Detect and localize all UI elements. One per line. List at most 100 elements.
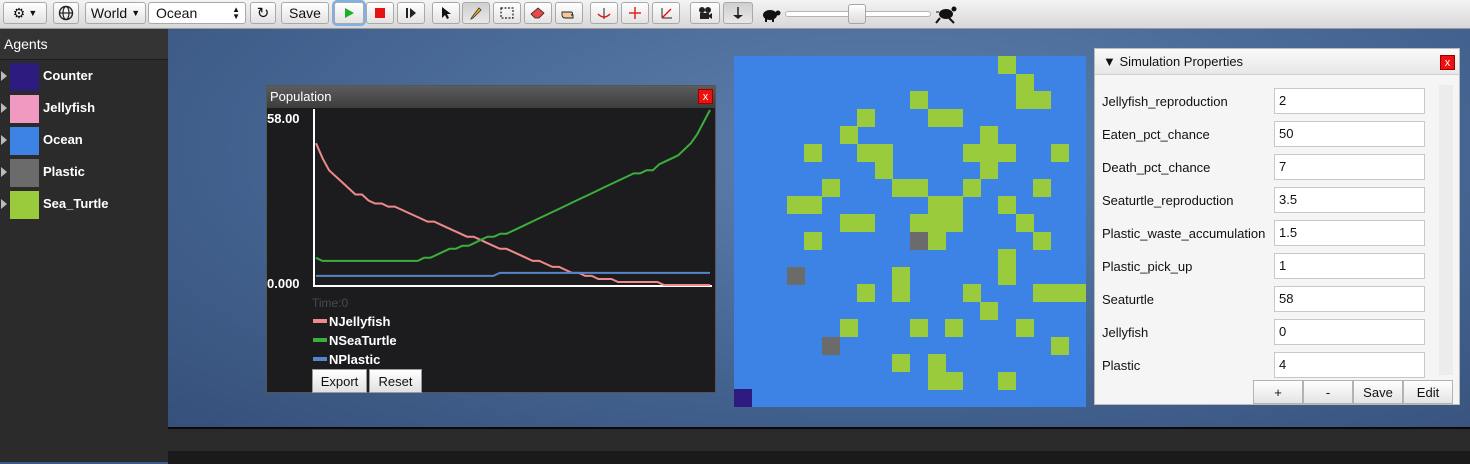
expand-arrow-icon[interactable]: [1, 135, 7, 145]
sea-turtle-cell[interactable]: [1050, 143, 1069, 162]
sea-turtle-cell[interactable]: [927, 108, 946, 127]
collapse-triangle-icon[interactable]: ▼: [1103, 54, 1116, 69]
move-tool-button[interactable]: [621, 2, 649, 24]
sea-turtle-cell[interactable]: [998, 371, 1016, 390]
sea-turtle-cell[interactable]: [839, 213, 858, 232]
properties-scrollbar[interactable]: [1439, 85, 1453, 375]
agent-swatch[interactable]: [10, 191, 39, 219]
sea-turtle-cell[interactable]: [857, 108, 876, 127]
sea-turtle-cell[interactable]: [1015, 73, 1034, 92]
remove-property-button[interactable]: -: [1303, 380, 1353, 404]
save-button[interactable]: Save: [281, 2, 329, 24]
stop-button[interactable]: [366, 2, 394, 24]
reset-button[interactable]: Reset: [369, 369, 422, 393]
sea-turtle-cell[interactable]: [857, 143, 876, 162]
agent-name[interactable]: Counter: [43, 68, 93, 83]
edit-properties-button[interactable]: Edit: [1403, 380, 1453, 404]
sea-turtle-cell[interactable]: [892, 178, 911, 197]
sea-turtle-cell[interactable]: [874, 161, 893, 180]
agent-swatch[interactable]: [10, 63, 39, 91]
sea-turtle-cell[interactable]: [1050, 336, 1069, 355]
plastic-cell[interactable]: [910, 231, 928, 250]
sea-turtle-cell[interactable]: [980, 161, 999, 180]
property-value-input[interactable]: 7: [1274, 154, 1425, 180]
agent-row-jellyfish[interactable]: Jellyfish: [0, 93, 168, 123]
sea-turtle-cell[interactable]: [1015, 213, 1034, 232]
agent-view-button[interactable]: [723, 2, 753, 24]
rotate-tool-button[interactable]: [590, 2, 618, 24]
sea-turtle-cell[interactable]: [945, 196, 964, 215]
sea-turtle-cell[interactable]: [980, 126, 999, 145]
properties-header[interactable]: ▼ Simulation Properties: [1095, 49, 1459, 75]
world-dropdown[interactable]: World ▼: [85, 2, 146, 24]
refresh-button[interactable]: ↻: [250, 2, 276, 24]
eraser-tool-button[interactable]: [524, 2, 552, 24]
sea-turtle-cell[interactable]: [910, 213, 928, 232]
agent-name[interactable]: Jellyfish: [43, 100, 95, 115]
property-value-input[interactable]: 0: [1274, 319, 1425, 345]
property-value-input[interactable]: 1.5: [1274, 220, 1425, 246]
sea-turtle-cell[interactable]: [945, 319, 964, 338]
sea-turtle-cell[interactable]: [804, 196, 823, 215]
pencil-tool-button[interactable]: [462, 2, 490, 24]
sea-turtle-cell[interactable]: [822, 178, 840, 197]
sea-turtle-cell[interactable]: [804, 143, 823, 162]
hand-tool-button[interactable]: [555, 2, 583, 24]
agent-swatch[interactable]: [10, 95, 39, 123]
property-value-input[interactable]: 3.5: [1274, 187, 1425, 213]
expand-arrow-icon[interactable]: [1, 103, 7, 113]
agent-row-counter[interactable]: Counter: [0, 61, 168, 91]
agent-row-sea-turtle[interactable]: Sea_Turtle: [0, 189, 168, 219]
sea-turtle-cell[interactable]: [998, 196, 1016, 215]
sea-turtle-cell[interactable]: [1033, 91, 1052, 110]
sea-turtle-cell[interactable]: [1033, 231, 1052, 250]
property-value-input[interactable]: 1: [1274, 253, 1425, 279]
sea-turtle-cell[interactable]: [962, 284, 981, 303]
sea-turtle-cell[interactable]: [910, 91, 928, 110]
sea-turtle-cell[interactable]: [1033, 284, 1052, 303]
camera-button[interactable]: [690, 2, 720, 24]
agent-name[interactable]: Sea_Turtle: [43, 196, 109, 211]
counter-cell[interactable]: [734, 389, 752, 408]
sea-turtle-cell[interactable]: [839, 319, 858, 338]
step-button[interactable]: [397, 2, 425, 24]
sea-turtle-cell[interactable]: [910, 319, 928, 338]
property-value-input[interactable]: 50: [1274, 121, 1425, 147]
sea-turtle-cell[interactable]: [1068, 284, 1087, 303]
globe-button[interactable]: [53, 2, 79, 24]
scale-tool-button[interactable]: [652, 2, 680, 24]
sea-turtle-cell[interactable]: [998, 143, 1016, 162]
sea-turtle-cell[interactable]: [962, 178, 981, 197]
property-value-input[interactable]: 2: [1274, 88, 1425, 114]
select-tool-button[interactable]: [432, 2, 460, 24]
sea-turtle-cell[interactable]: [857, 213, 876, 232]
agent-swatch[interactable]: [10, 127, 39, 155]
sea-turtle-cell[interactable]: [1015, 319, 1034, 338]
plastic-cell[interactable]: [786, 266, 805, 285]
agent-row-plastic[interactable]: Plastic: [0, 157, 168, 187]
property-value-input[interactable]: 4: [1274, 352, 1425, 378]
sea-turtle-cell[interactable]: [927, 354, 946, 373]
save-properties-button[interactable]: Save: [1353, 380, 1403, 404]
sea-turtle-cell[interactable]: [945, 108, 964, 127]
agent-name[interactable]: Plastic: [43, 164, 85, 179]
speed-slider-knob[interactable]: [848, 4, 866, 24]
sea-turtle-cell[interactable]: [857, 284, 876, 303]
sea-turtle-cell[interactable]: [804, 231, 823, 250]
sea-turtle-cell[interactable]: [839, 126, 858, 145]
sea-turtle-cell[interactable]: [927, 196, 946, 215]
play-button[interactable]: [334, 2, 364, 24]
sea-turtle-cell[interactable]: [998, 266, 1016, 285]
sea-turtle-cell[interactable]: [910, 178, 928, 197]
sea-turtle-cell[interactable]: [945, 213, 964, 232]
add-property-button[interactable]: +: [1253, 380, 1303, 404]
sea-turtle-cell[interactable]: [1050, 284, 1069, 303]
sea-turtle-cell[interactable]: [786, 196, 805, 215]
sea-turtle-cell[interactable]: [1033, 178, 1052, 197]
sea-turtle-cell[interactable]: [962, 143, 981, 162]
sea-turtle-cell[interactable]: [892, 266, 911, 285]
sea-turtle-cell[interactable]: [945, 371, 964, 390]
world-grid[interactable]: [734, 56, 1087, 408]
sea-turtle-cell[interactable]: [980, 301, 999, 320]
sea-turtle-cell[interactable]: [892, 284, 911, 303]
